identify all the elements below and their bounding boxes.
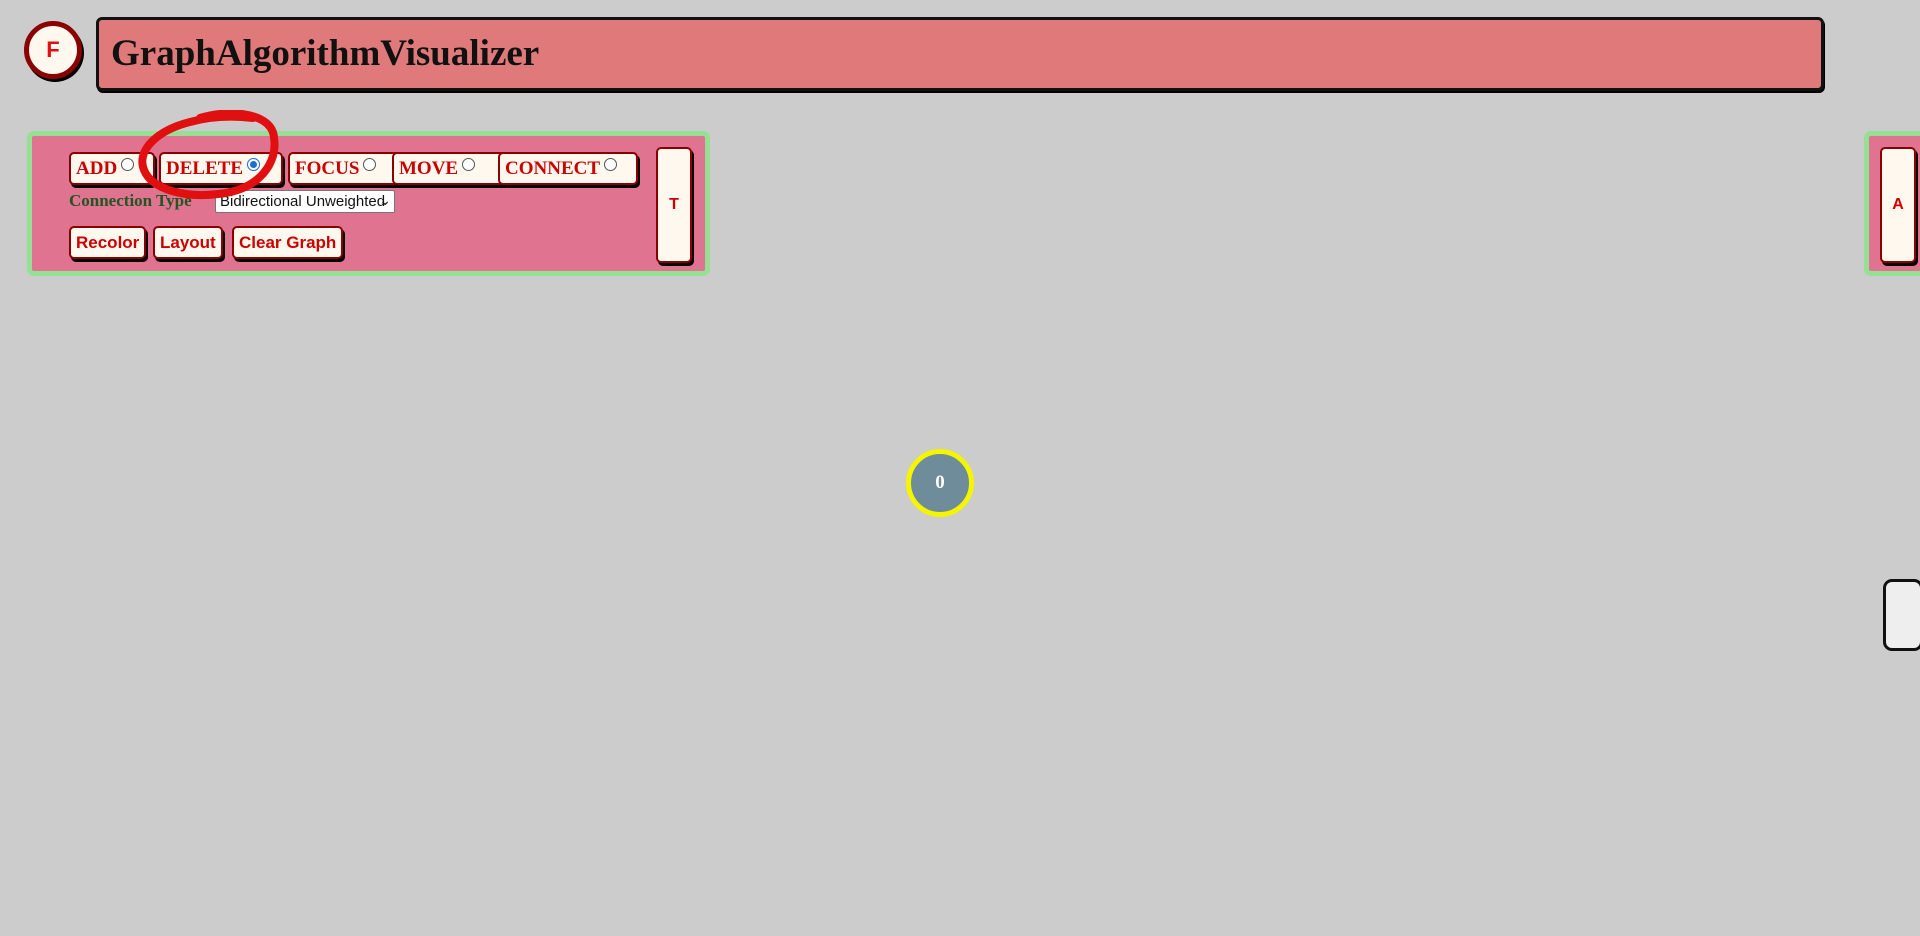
clear-graph-label: Clear Graph [239,232,337,252]
toolbar-panel: ADD DELETE FOCUS MOVE CONNECT Connection… [27,131,710,276]
mode-connect-button[interactable]: CONNECT [498,152,638,185]
mode-delete-label: DELETE [166,157,244,179]
mode-focus-label: FOCUS [295,157,360,179]
mode-move-radio[interactable] [462,158,476,171]
side-handle[interactable] [1883,579,1920,651]
f-menu-label: F [46,37,60,62]
right-panel: A [1864,131,1920,276]
connection-type-value: Bidirectional Unweighted [220,193,386,210]
graph-node-label: 0 [935,472,945,493]
recolor-label: Recolor [76,232,140,252]
mode-delete-radio[interactable] [247,158,261,171]
algorithm-panel-tab-label: A [1892,196,1904,213]
recolor-button[interactable]: Recolor [69,226,147,259]
connection-type-select[interactable]: Bidirectional Unweighted ⌄ [215,190,395,213]
graph-node[interactable]: 0 [906,449,974,517]
mode-connect-radio[interactable] [604,158,618,171]
mode-connect-label: CONNECT [505,157,601,179]
mode-add-label: ADD [76,157,118,179]
f-menu-button[interactable]: F [24,21,82,79]
toolbar-toggle-label: T [669,196,679,213]
chevron-down-icon: ⌄ [379,192,391,208]
mode-focus-radio[interactable] [363,158,377,171]
mode-add-radio[interactable] [121,158,135,171]
layout-button[interactable]: Layout [153,226,223,259]
layout-label: Layout [160,232,216,252]
algorithm-panel-tab[interactable]: A [1880,147,1916,263]
mode-delete-button[interactable]: DELETE [159,152,283,185]
title-bar: GraphAlgorithmVisualizer [96,17,1824,91]
connection-type-label: Connection Type [69,191,192,210]
mode-move-label: MOVE [399,157,459,179]
mode-add-button[interactable]: ADD [69,152,155,185]
clear-graph-button[interactable]: Clear Graph [232,226,344,259]
toolbar-toggle-tab[interactable]: T [656,147,692,263]
page-title: GraphAlgorithmVisualizer [111,33,540,74]
